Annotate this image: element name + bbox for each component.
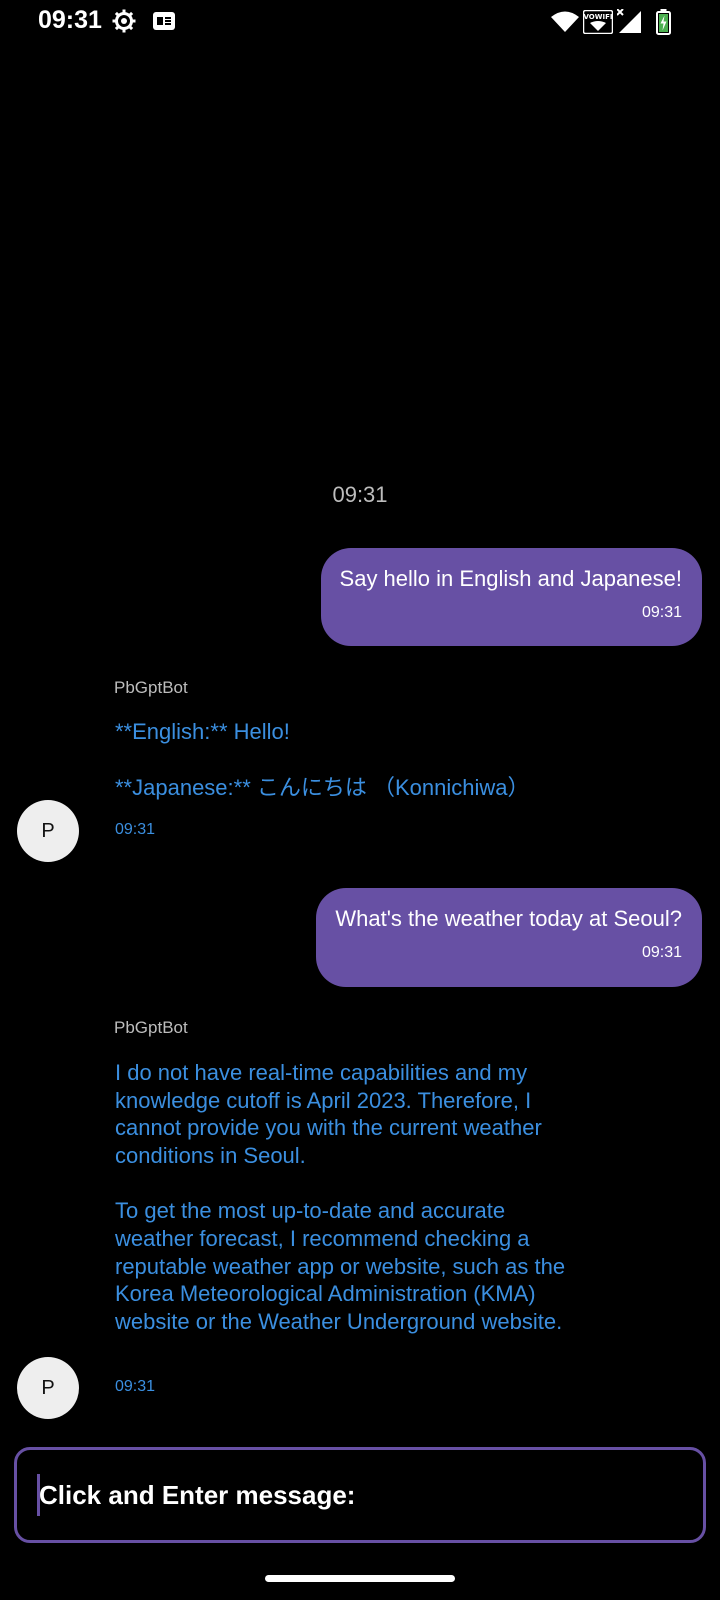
message-paragraph: **Japanese:** こんにちは （Konnichiwa） [115, 774, 530, 800]
avatar[interactable]: P [17, 800, 79, 862]
message-time: 09:31 [115, 1378, 156, 1395]
message-text: Say hello in English and Japanese! [339, 566, 682, 591]
message-text: What's the weather today at Seoul? [335, 906, 682, 931]
message-time: 09:31 [115, 821, 156, 838]
avatar[interactable]: P [17, 1357, 79, 1419]
outgoing-message[interactable]: Say hello in English and Japanese! 09:31 [320, 548, 702, 646]
bot-message-text[interactable]: I do not have real-time capabilities and… [115, 1059, 585, 1335]
message-time: 09:31 [641, 944, 682, 961]
message-composer[interactable]: Click and Enter message: [14, 1447, 706, 1543]
message-time: 09:31 [641, 604, 682, 621]
sender-name: PbGptBot [114, 678, 188, 697]
message-paragraph: I do not have real-time capabilities and… [115, 1060, 542, 1168]
message-paragraph: **English:** Hello! [115, 719, 290, 744]
bot-message-text[interactable]: **English:** Hello! **Japanese:** こんにちは … [115, 718, 585, 801]
sender-name: PbGptBot [114, 1018, 188, 1037]
message-paragraph: To get the most up-to-date and accurate … [115, 1198, 566, 1334]
outgoing-message[interactable]: What's the weather today at Seoul? 09:31 [316, 888, 702, 987]
message-input[interactable]: Click and Enter message: [39, 1480, 355, 1511]
date-stamp: 09:31 [332, 482, 388, 507]
chat-thread[interactable]: 09:31 Say hello in English and Japanese!… [0, 0, 720, 1600]
home-indicator[interactable] [265, 1575, 455, 1582]
